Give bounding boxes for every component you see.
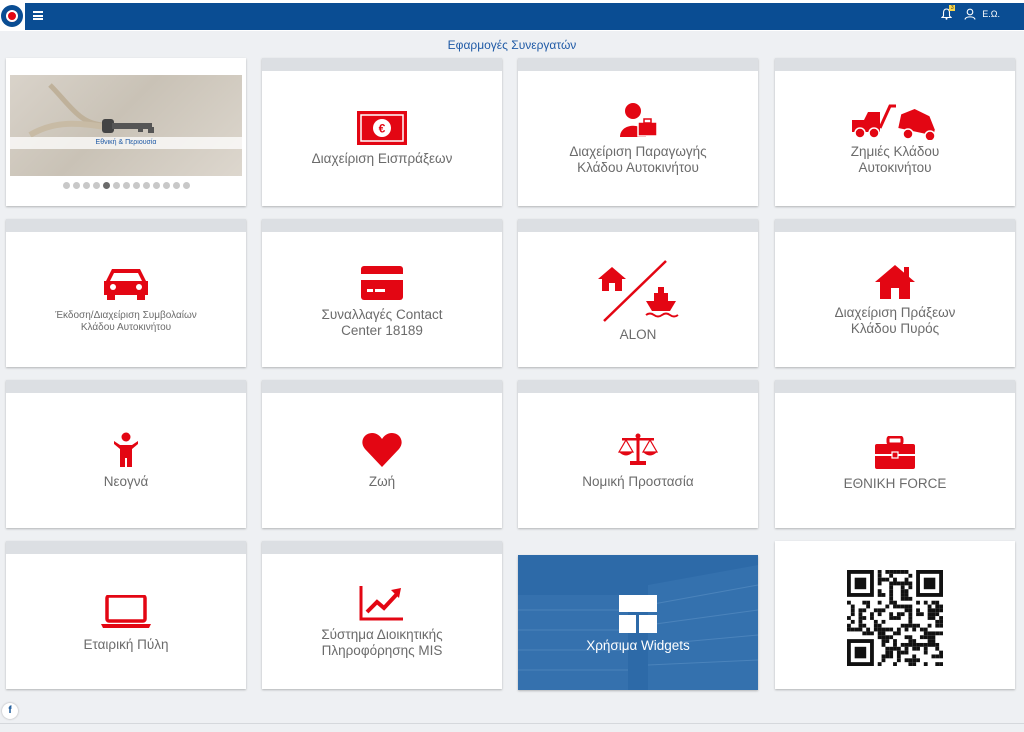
- tile-label: Εταιρική Πύλη: [83, 637, 169, 652]
- svg-text:€: €: [379, 122, 386, 136]
- tile-nomiki[interactable]: Νομική Προστασία: [518, 380, 758, 528]
- tile-label: Σύστημα Διοικητικής Πληροφόρησης MIS: [321, 627, 443, 658]
- tile-neogna[interactable]: Νεογνά: [6, 380, 246, 528]
- briefcase-icon: [775, 436, 1015, 470]
- house-icon: [775, 264, 1015, 300]
- tile-header-bar: [262, 219, 502, 232]
- carousel-dots: [6, 182, 246, 189]
- heart-icon: [262, 432, 502, 468]
- widgets-grid-icon: [518, 595, 758, 633]
- notifications-button[interactable]: 3: [941, 5, 956, 20]
- user-icon[interactable]: [964, 8, 976, 20]
- carousel-image[interactable]: Εθνική & Περιουσία: [10, 75, 242, 176]
- carousel-dot[interactable]: [142, 182, 150, 189]
- carousel-dot[interactable]: [172, 182, 180, 189]
- carousel-dot[interactable]: [162, 182, 170, 189]
- tile-zoi[interactable]: Ζωή: [262, 380, 502, 528]
- tile-label: Έκδοση/Διαχείριση Συμβολαίων Κλάδου Αυτο…: [55, 310, 197, 333]
- carousel-dot[interactable]: [102, 182, 110, 189]
- tile-label: Ζημιές Κλάδου Αυτοκινήτου: [850, 144, 940, 175]
- tile-label: Χρήσιμα Widgets: [586, 638, 690, 653]
- tile-label: Συναλλαγές Contact Center 18189: [321, 307, 443, 338]
- notification-badge: 3: [949, 5, 956, 11]
- euro-banknote-icon: €: [262, 110, 502, 146]
- agent-briefcase-icon: [518, 102, 758, 138]
- carousel-dot[interactable]: [182, 182, 190, 189]
- tile-widgets[interactable]: Χρήσιμα Widgets: [518, 555, 758, 690]
- qr-code-icon: [847, 570, 943, 666]
- tile-header-bar: [518, 380, 758, 393]
- tile-header-bar: [518, 219, 758, 232]
- carousel-dot[interactable]: [62, 182, 70, 189]
- facebook-icon[interactable]: f: [2, 703, 18, 719]
- carousel-dot[interactable]: [152, 182, 160, 189]
- tile-zimies[interactable]: Ζημιές Κλάδου Αυτοκινήτου: [775, 58, 1015, 206]
- child-icon: [6, 432, 246, 468]
- tile-mis[interactable]: Σύστημα Διοικητικής Πληροφόρησης MIS: [262, 541, 502, 689]
- tile-label: ALON: [619, 327, 657, 342]
- tile-label: Διαχείριση Παραγωγής Κλάδου Αυτοκινήτου: [569, 144, 707, 175]
- top-bar: 3 Ε.Ω.: [0, 0, 1024, 31]
- tile-header-bar: [518, 58, 758, 71]
- tile-contact[interactable]: Συναλλαγές Contact Center 18189: [262, 219, 502, 367]
- tow-truck-icon: [775, 102, 1015, 140]
- top-right-actions: 3 Ε.Ω.: [941, 5, 1000, 20]
- carousel-dot[interactable]: [92, 182, 100, 189]
- tile-force[interactable]: ΕΘΝΙΚΗ FORCE: [775, 380, 1015, 528]
- tile-label: ΕΘΝΙΚΗ FORCE: [843, 476, 947, 491]
- company-logo[interactable]: [1, 5, 23, 27]
- tile-header-bar: [775, 58, 1015, 71]
- house-ship-icon: [518, 259, 758, 323]
- menu-icon[interactable]: [33, 11, 43, 20]
- carousel-tile[interactable]: Εθνική & Περιουσία: [6, 58, 246, 206]
- tile-header-bar: [6, 219, 246, 232]
- carousel-dot[interactable]: [122, 182, 130, 189]
- footer-divider: [0, 723, 1024, 724]
- tile-ekdosi[interactable]: Έκδοση/Διαχείριση Συμβολαίων Κλάδου Αυτο…: [6, 219, 246, 367]
- tile-header-bar: [262, 58, 502, 71]
- top-bar-blue: [25, 3, 1024, 30]
- carousel-dot[interactable]: [132, 182, 140, 189]
- scales-icon: [518, 433, 758, 467]
- tile-header-bar: [775, 219, 1015, 232]
- tile-label: Νομική Προστασία: [582, 474, 694, 489]
- tile-label: Διαχείριση Εισπράξεων: [311, 151, 453, 166]
- tile-header-bar: [262, 541, 502, 554]
- tile-header-bar: [6, 541, 246, 554]
- tile-label: Ζωή: [368, 474, 396, 489]
- credit-card-icon: [262, 265, 502, 301]
- page-title: Εφαρμογές Συνεργατών: [447, 38, 577, 52]
- tile-header-bar: [6, 380, 246, 393]
- carousel-dot[interactable]: [72, 182, 80, 189]
- tile-qr[interactable]: [775, 541, 1015, 689]
- keys-image: [28, 83, 154, 138]
- tile-eispraxeis[interactable]: € Διαχείριση Εισπράξεων: [262, 58, 502, 206]
- tile-label: Διαχείριση Πράξεων Κλάδου Πυρός: [834, 305, 956, 336]
- tile-header-bar: [262, 380, 502, 393]
- tile-label: Νεογνά: [103, 474, 149, 489]
- tile-pyli[interactable]: Εταιρική Πύλη: [6, 541, 246, 689]
- tile-alon[interactable]: ALON: [518, 219, 758, 367]
- tile-pyros[interactable]: Διαχείριση Πράξεων Κλάδου Πυρός: [775, 219, 1015, 367]
- car-icon: [6, 265, 246, 301]
- trend-chart-icon: [262, 584, 502, 622]
- carousel-dot[interactable]: [82, 182, 90, 189]
- user-initials[interactable]: Ε.Ω.: [982, 9, 1000, 19]
- tile-paragogi[interactable]: Διαχείριση Παραγωγής Κλάδου Αυτοκινήτου: [518, 58, 758, 206]
- tile-header-bar: [775, 380, 1015, 393]
- laptop-icon: [6, 595, 246, 629]
- carousel-dot[interactable]: [112, 182, 120, 189]
- carousel-caption: Εθνική & Περιουσία: [10, 137, 242, 149]
